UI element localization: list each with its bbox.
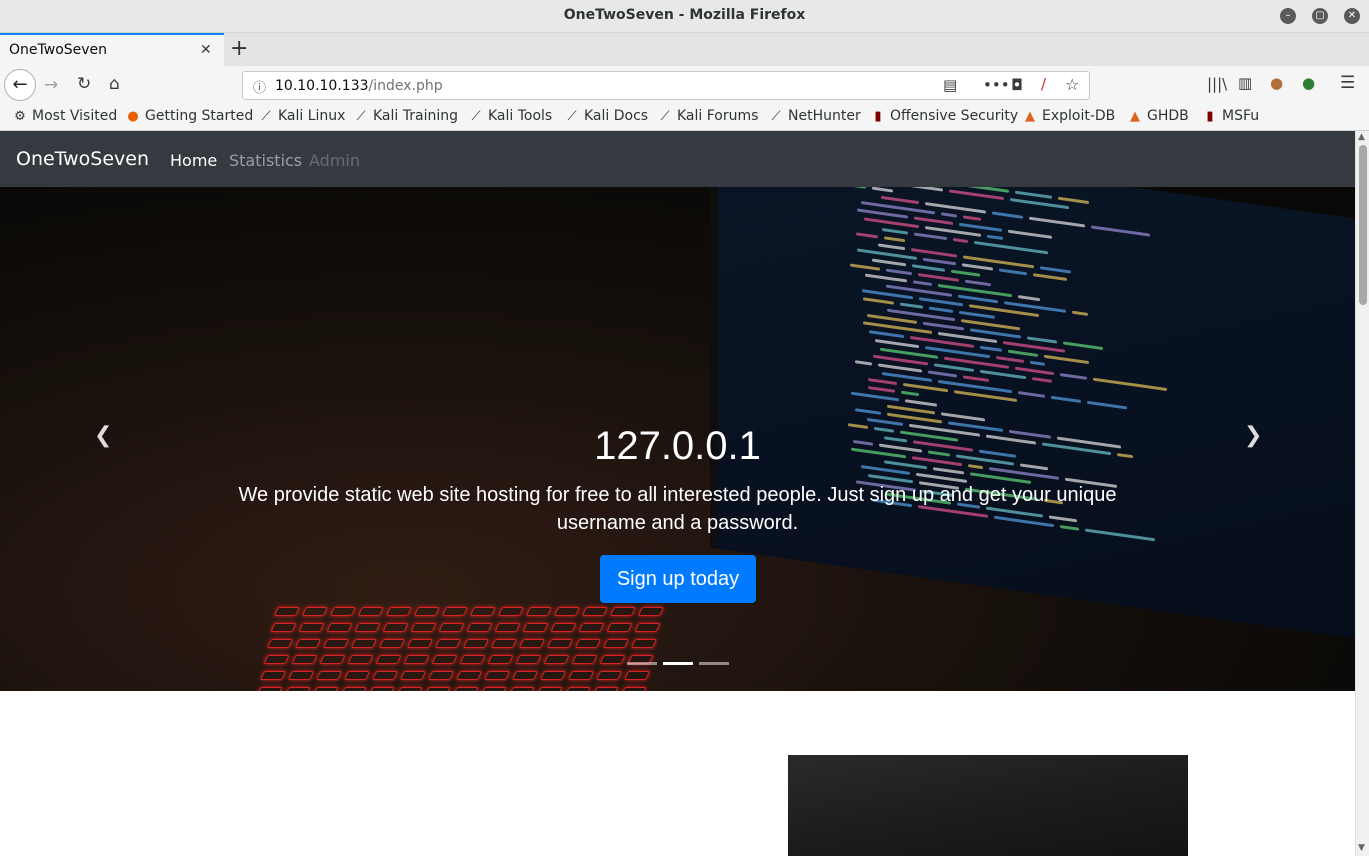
gear-icon: ⚙ xyxy=(14,109,26,124)
bookmark-label: Kali Linux xyxy=(278,108,346,124)
bookmark-offensive-security[interactable]: ▮ Offensive Security xyxy=(870,108,1018,124)
nav-link-home[interactable]: Home xyxy=(170,151,217,170)
site-navbar: OneTwoSeven Home Statistics Admin xyxy=(0,131,1355,187)
bookmark-kali-forums[interactable]: ⟋ Kali Forums xyxy=(657,108,758,124)
pocket-icon[interactable]: ◘ xyxy=(1011,76,1023,94)
offsec-icon: ▮ xyxy=(874,109,882,124)
url-bar[interactable]: ⓘ 10.10.10.133/index.php ▤ ••• ◘ / ☆ xyxy=(242,71,1090,100)
page-content: OneTwoSeven Home Statistics Admin ❮ ❯ 12… xyxy=(0,131,1355,856)
bookmark-label: GHDB xyxy=(1147,108,1189,124)
carousel-indicator-2[interactable] xyxy=(663,662,693,665)
kali-icon: ⟋ xyxy=(356,109,366,124)
url-text[interactable]: 10.10.10.133/index.php xyxy=(275,78,443,94)
kali-icon: ⟋ xyxy=(771,109,781,124)
scroll-up-icon[interactable]: ▲ xyxy=(1358,132,1365,142)
hero-carousel: ❮ ❯ 127.0.0.1 We provide static web site… xyxy=(0,187,1355,691)
bookmark-label: Exploit-DB xyxy=(1042,108,1116,124)
bookmark-label: Getting Started xyxy=(145,108,254,124)
bookmarks-toolbar: ⚙ Most Visited ● Getting Started ⟋ Kali Lin… xyxy=(0,104,1369,131)
bookmark-kali-tools[interactable]: ⟋ Kali Tools xyxy=(468,108,552,124)
close-window-icon[interactable]: ✕ xyxy=(1344,8,1360,24)
hero-title: 127.0.0.1 xyxy=(594,424,761,468)
site-info-icon[interactable]: ⓘ xyxy=(253,77,266,96)
nav-link-statistics[interactable]: Statistics xyxy=(229,151,302,170)
minimize-icon[interactable]: – xyxy=(1280,8,1296,24)
offsec-icon: ▮ xyxy=(1206,109,1214,124)
library-icon[interactable]: |||\ xyxy=(1207,75,1227,93)
scroll-thumb[interactable] xyxy=(1359,145,1367,305)
kali-icon: ⟋ xyxy=(567,109,577,124)
reload-icon[interactable]: ↻ xyxy=(77,74,91,94)
bookmark-getting-started[interactable]: ● Getting Started xyxy=(125,108,253,124)
bookmark-kali-training[interactable]: ⟋ Kali Training xyxy=(353,108,458,124)
bookmark-label: Kali Tools xyxy=(488,108,553,124)
sign-up-button[interactable]: Sign up today xyxy=(600,555,756,603)
exploitdb-icon: ▲ xyxy=(1130,109,1140,124)
bookmark-nethunter[interactable]: ⟋ NetHunter xyxy=(768,108,861,124)
bookmark-label: MSFu xyxy=(1222,108,1260,124)
page-scrollbar[interactable]: ▲ ▼ xyxy=(1355,131,1369,856)
window-title: OneTwoSeven - Mozilla Firefox xyxy=(563,7,806,23)
new-tab-icon[interactable]: + xyxy=(230,36,248,61)
kali-icon: ⟋ xyxy=(660,109,670,124)
tab-label: OneTwoSeven xyxy=(9,42,108,58)
menu-icon[interactable]: ☰ xyxy=(1340,73,1355,93)
extension-icon[interactable]: ● xyxy=(1302,74,1315,92)
bookmark-label: Offensive Security xyxy=(890,108,1019,124)
scroll-down-icon[interactable]: ▼ xyxy=(1358,843,1365,853)
url-path: /index.php xyxy=(368,78,443,94)
bookmark-kali-linux[interactable]: ⟋ Kali Linux xyxy=(258,108,345,124)
carousel-indicator-1[interactable] xyxy=(627,662,657,665)
bookmark-star-icon[interactable]: ☆ xyxy=(1065,75,1079,94)
forward-icon[interactable]: → xyxy=(44,75,58,95)
bookmark-ghdb[interactable]: ▲ GHDB xyxy=(1127,108,1189,124)
exploitdb-icon: ▲ xyxy=(1025,109,1035,124)
bookmark-exploit-db[interactable]: ▲ Exploit-DB xyxy=(1022,108,1115,124)
carousel-indicator-3[interactable] xyxy=(699,662,729,665)
hero-text: We provide static web site hosting for f… xyxy=(238,484,1117,534)
firefox-icon: ● xyxy=(127,109,139,124)
bookmark-label: Most Visited xyxy=(32,108,118,124)
kali-icon: ⟋ xyxy=(261,109,271,124)
cookie-icon[interactable]: ● xyxy=(1270,74,1283,92)
close-tab-icon[interactable]: ✕ xyxy=(200,42,212,58)
bookmark-kali-docs[interactable]: ⟋ Kali Docs xyxy=(564,108,648,124)
home-icon[interactable]: ⌂ xyxy=(109,74,120,94)
back-button[interactable]: ← xyxy=(4,69,36,101)
tab-onetwoseven[interactable]: OneTwoSeven ✕ xyxy=(0,33,224,66)
nav-link-admin: Admin xyxy=(309,151,360,170)
maximize-icon[interactable]: ▢ xyxy=(1312,8,1328,24)
pen-icon[interactable]: / xyxy=(1041,75,1046,93)
bookmark-msfu[interactable]: ▮ MSFu xyxy=(1202,108,1259,124)
nav-toolbar: ← → ↻ ⌂ ⓘ 10.10.10.133/index.php ▤ ••• ◘… xyxy=(0,66,1369,104)
page-actions-icon[interactable]: ••• xyxy=(983,76,1010,94)
site-brand[interactable]: OneTwoSeven xyxy=(16,148,149,170)
bookmark-most-visited[interactable]: ⚙ Most Visited xyxy=(12,108,117,124)
bookmark-label: Kali Docs xyxy=(584,108,649,124)
url-host: 10.10.10.133 xyxy=(275,78,369,94)
bookmark-label: Kali Forums xyxy=(677,108,759,124)
kali-icon: ⟋ xyxy=(471,109,481,124)
bookmark-label: NetHunter xyxy=(788,108,861,124)
window-titlebar: OneTwoSeven - Mozilla Firefox – ▢ ✕ xyxy=(0,0,1369,33)
feature-image xyxy=(788,755,1188,856)
bookmark-label: Kali Training xyxy=(373,108,458,124)
sidebar-icon[interactable]: ▥ xyxy=(1238,74,1252,92)
tab-bar: OneTwoSeven ✕ + xyxy=(0,33,1369,66)
reader-view-icon[interactable]: ▤ xyxy=(943,76,957,94)
